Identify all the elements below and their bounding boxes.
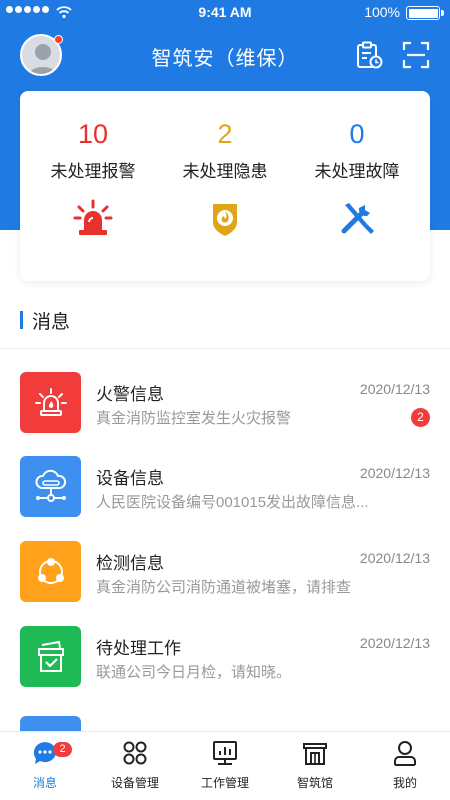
tab-label: 智筑馆	[296, 776, 333, 790]
stat-value: 2	[217, 119, 233, 149]
tab-label: 我的	[392, 776, 417, 790]
stat-label: 未处理故障	[314, 162, 400, 181]
battery-percent: 100%	[364, 4, 400, 20]
message-item-fire-alarm[interactable]: 火警信息 2020/12/13 真金消防监控室发生火灾报警 2	[0, 372, 450, 456]
stat-label: 未处理隐患	[182, 162, 268, 181]
message-title: 检测信息	[96, 554, 164, 573]
stat-unhandled-hazards[interactable]: 2 未处理隐患	[157, 91, 293, 243]
alarm-light-icon	[73, 199, 113, 235]
tab-messages[interactable]: 2 消息	[0, 732, 90, 800]
section-header-messages: 消息	[20, 306, 70, 334]
scan-icon[interactable]	[401, 40, 431, 70]
tab-mine[interactable]: 我的	[360, 732, 450, 800]
stat-unhandled-faults[interactable]: 0 未处理故障	[289, 91, 425, 243]
app-header: 智筑安（维保）	[0, 28, 450, 82]
message-date: 2020/12/13	[359, 635, 430, 651]
alarm-icon	[20, 372, 81, 433]
clipboard-clock-icon[interactable]	[354, 40, 384, 70]
tab-device-management[interactable]: 设备管理	[90, 732, 180, 800]
divider	[0, 348, 450, 349]
message-item-partial[interactable]	[0, 716, 450, 731]
building-icon	[303, 743, 327, 765]
message-date: 2020/12/13	[359, 550, 430, 566]
shield-fire-icon	[213, 204, 237, 236]
tab-zhizhu-hall[interactable]: 智筑馆	[270, 732, 360, 800]
grid-icon	[123, 741, 147, 765]
tab-work-management[interactable]: 工作管理	[180, 732, 270, 800]
tab-label: 消息	[32, 776, 57, 790]
tools-icon	[341, 203, 374, 234]
message-item-inspection[interactable]: 检测信息 2020/12/13 真金消防公司消防通道被堵塞，请排查	[0, 541, 450, 625]
stat-label: 未处理报警	[50, 162, 136, 181]
tab-badge: 2	[53, 742, 72, 757]
message-desc: 真金消防监控室发生火灾报警	[96, 410, 292, 427]
task-box-icon	[20, 626, 81, 687]
message-title: 待处理工作	[96, 639, 181, 658]
share-nodes-icon	[20, 541, 81, 602]
monitor-chart-icon	[213, 741, 237, 765]
message-item-pending-work[interactable]: 待处理工作 2020/12/13 联通公司今日月检，请知晓。	[0, 626, 450, 710]
stat-unhandled-alarms[interactable]: 10 未处理报警	[25, 91, 161, 243]
cloud-network-icon	[20, 456, 81, 517]
unread-badge: 2	[411, 408, 430, 427]
message-desc: 真金消防公司消防通道被堵塞，请排查	[96, 579, 352, 596]
bottom-tab-bar: 2 消息 设备管理 工作管理 智筑馆 我的	[0, 731, 450, 800]
status-bar: 9:41 AM 100%	[0, 0, 450, 26]
message-title: 设备信息	[96, 469, 164, 488]
section-title: 消息	[32, 311, 71, 333]
battery-icon	[406, 6, 444, 20]
user-icon	[394, 741, 416, 766]
tab-label: 工作管理	[200, 776, 249, 790]
message-date: 2020/12/13	[359, 465, 430, 481]
message-title: 火警信息	[96, 385, 164, 404]
stat-value: 0	[349, 119, 365, 149]
message-icon	[20, 716, 81, 731]
message-desc: 人民医院设备编号001015发出故障信息...	[96, 494, 369, 511]
tab-label: 设备管理	[110, 776, 159, 790]
message-desc: 联通公司今日月检，请知晓。	[96, 664, 292, 681]
stats-card: 10 未处理报警 2 未处理隐患 0 未处理故障	[20, 91, 430, 281]
message-date: 2020/12/13	[359, 381, 430, 397]
section-accent-bar	[20, 311, 23, 329]
stat-value: 10	[77, 119, 109, 149]
message-item-device[interactable]: 设备信息 2020/12/13 人民医院设备编号001015发出故障信息...	[0, 456, 450, 540]
